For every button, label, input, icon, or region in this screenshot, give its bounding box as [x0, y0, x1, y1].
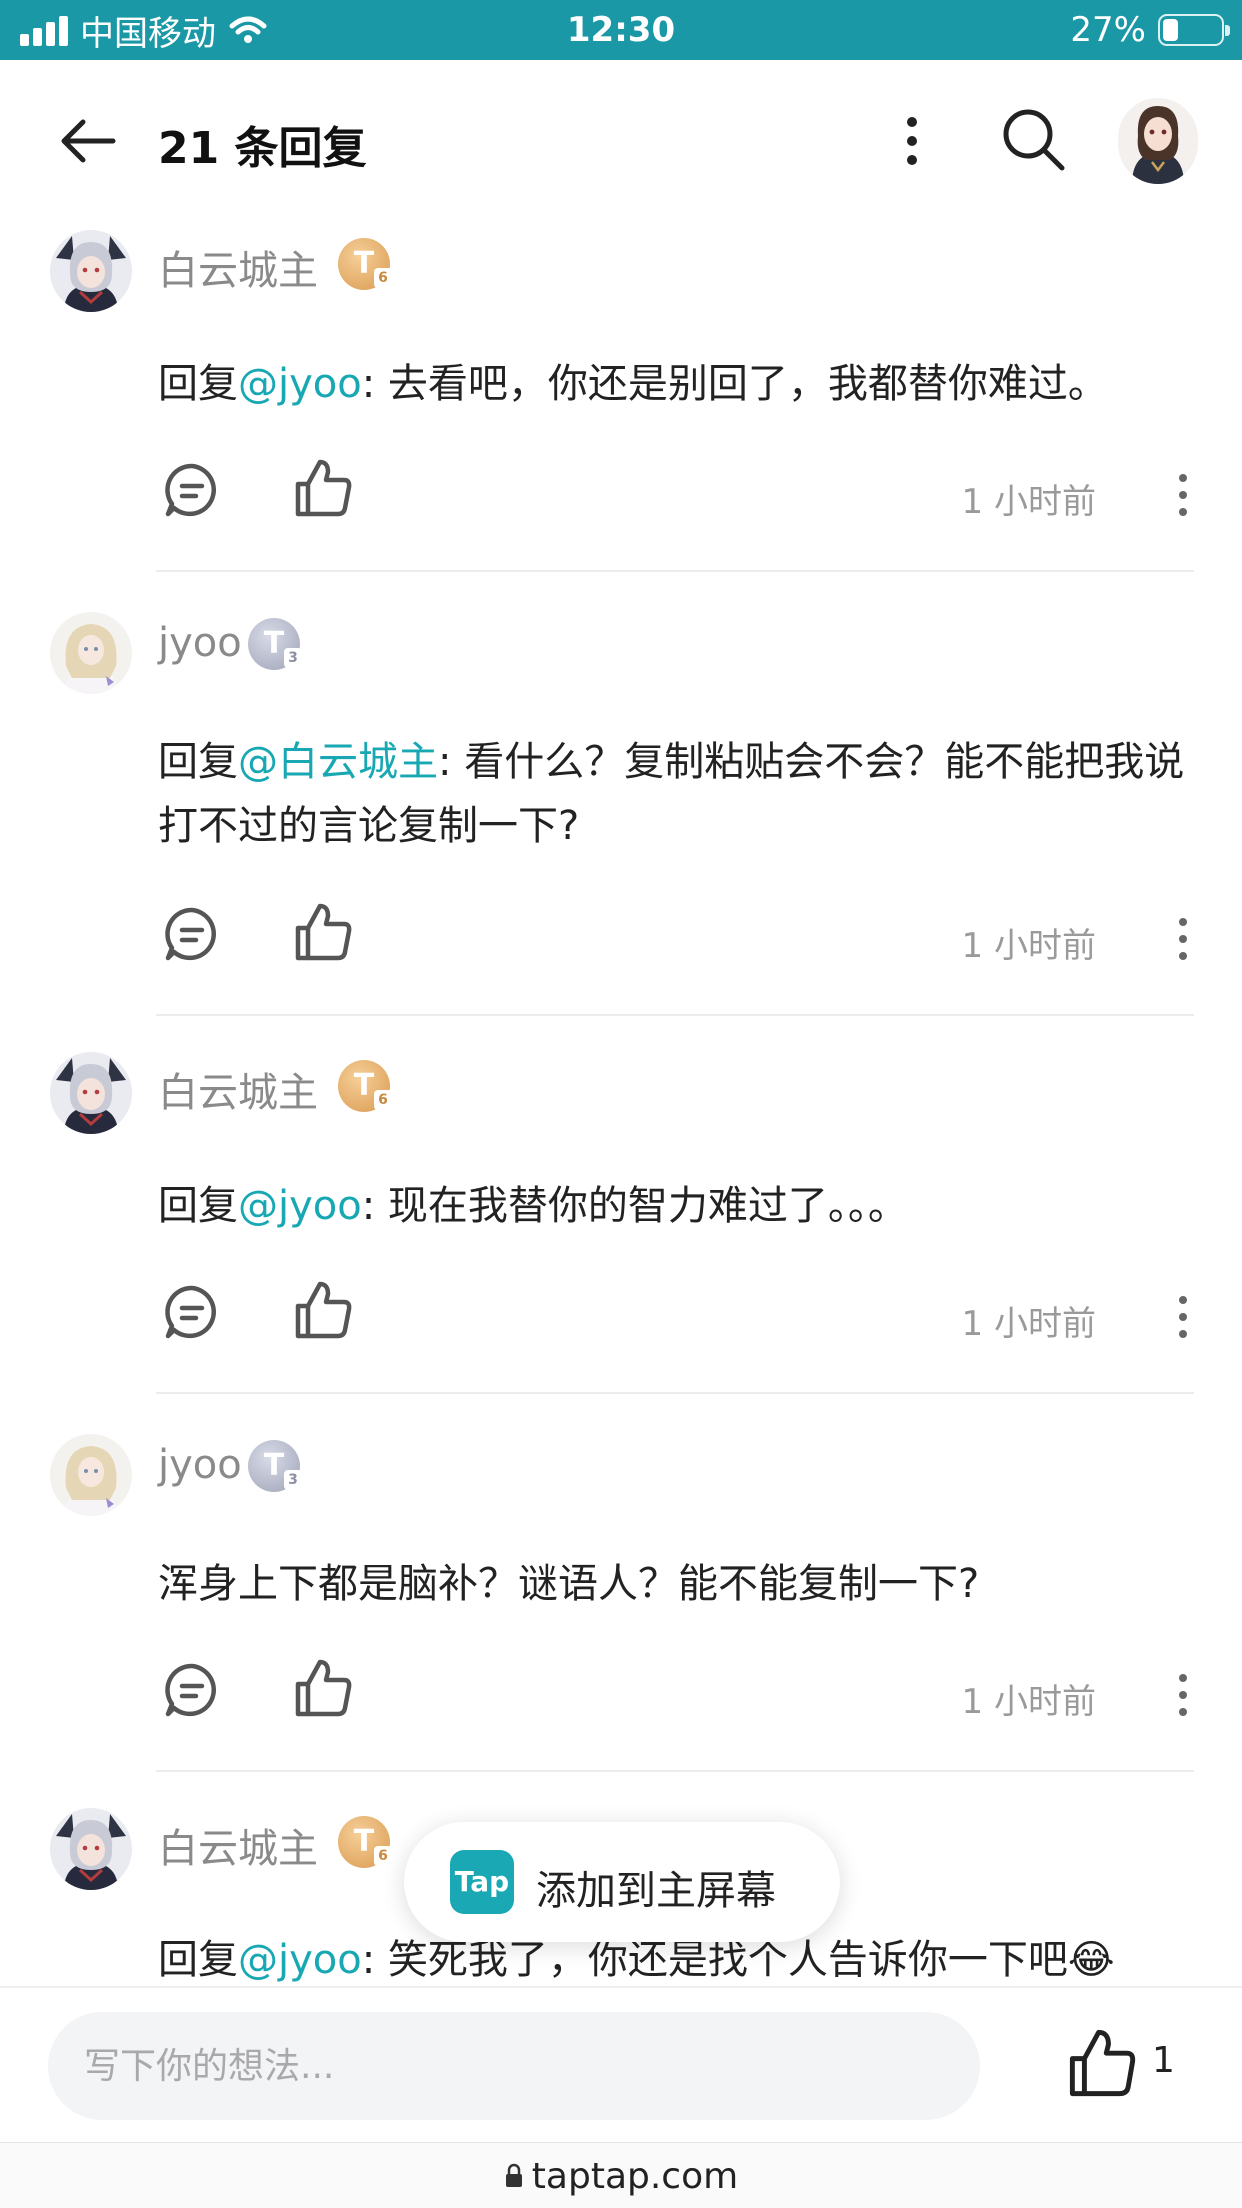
- like-count: 1: [1152, 2040, 1175, 2081]
- comment-text: 回复@jyoo: 去看吧，你还是别回了，我都替你难过。: [158, 361, 1108, 407]
- divider: [156, 570, 1194, 572]
- comment-text: 浑身上下都是脑补？谜语人？能不能复制一下?: [158, 1561, 980, 1607]
- like-icon[interactable]: [292, 1656, 356, 1720]
- status-right: 27%: [1070, 10, 1230, 50]
- like-icon[interactable]: [292, 900, 356, 964]
- comment-text: 回复@jyoo: 现在我替你的智力难过了。。。: [158, 1183, 908, 1229]
- back-arrow-icon[interactable]: [55, 108, 121, 174]
- comment-input-bar: 1: [0, 1986, 1242, 2142]
- mention-link[interactable]: @jyoo: [238, 1937, 362, 1983]
- avatar[interactable]: [50, 612, 132, 694]
- more-vertical-icon[interactable]: [1168, 1292, 1198, 1342]
- page-title: 21 条回复: [158, 123, 367, 174]
- divider: [156, 1770, 1194, 1772]
- user-avatar[interactable]: [1118, 98, 1198, 184]
- avatar[interactable]: [50, 230, 132, 312]
- username[interactable]: jyoo: [158, 1442, 242, 1488]
- battery-percent: 27%: [1070, 10, 1146, 50]
- timestamp: 1 小时前: [961, 926, 1096, 966]
- more-vertical-icon[interactable]: [1168, 470, 1198, 520]
- level-badge: T 6: [338, 238, 392, 290]
- avatar[interactable]: [50, 1808, 132, 1890]
- comment-text: 回复@白云城主: 看什么？复制粘贴会不会？能不能把我说打不过的言论复制一下?: [158, 739, 1185, 849]
- more-vertical-icon[interactable]: [1168, 1670, 1198, 1720]
- reply-icon[interactable]: [162, 904, 222, 964]
- status-bar: 中国移动 12:30 27%: [0, 0, 1242, 60]
- like-icon[interactable]: [1068, 2028, 1138, 2098]
- reply-icon[interactable]: [162, 1660, 222, 1720]
- add-to-homescreen-toast[interactable]: Tap 添加到主屏幕: [404, 1822, 840, 1942]
- username[interactable]: 白云城主: [158, 1816, 318, 1874]
- level-badge: T 3: [248, 1440, 302, 1492]
- browser-url-bar[interactable]: taptap.com: [0, 2142, 1242, 2208]
- like-icon[interactable]: [292, 456, 356, 520]
- username[interactable]: 白云城主: [158, 238, 318, 296]
- toast-label: 添加到主屏幕: [536, 1868, 776, 1914]
- username[interactable]: 白云城主: [158, 1060, 318, 1118]
- divider: [156, 1014, 1194, 1016]
- timestamp: 1 小时前: [961, 1304, 1096, 1344]
- timestamp: 1 小时前: [961, 482, 1096, 522]
- lock-icon: [505, 2163, 522, 2187]
- mention-link[interactable]: @jyoo: [238, 1183, 362, 1229]
- level-badge: T 6: [338, 1060, 392, 1112]
- reply-icon[interactable]: [162, 460, 222, 520]
- avatar[interactable]: [50, 1052, 132, 1134]
- mention-link[interactable]: @白云城主: [238, 739, 438, 785]
- level-badge: T 6: [338, 1816, 392, 1868]
- divider: [156, 1392, 1194, 1394]
- battery-icon: [1158, 14, 1230, 46]
- more-vertical-icon[interactable]: [1168, 914, 1198, 964]
- like-icon[interactable]: [292, 1278, 356, 1342]
- page-header: 21 条回复: [0, 60, 1242, 216]
- reply-icon[interactable]: [162, 1282, 222, 1342]
- more-vertical-icon[interactable]: [890, 108, 934, 174]
- level-badge: T 3: [248, 618, 302, 670]
- taptap-logo-icon: Tap: [450, 1850, 514, 1914]
- clock: 12:30: [566, 10, 676, 50]
- mention-link[interactable]: @jyoo: [238, 361, 362, 407]
- search-icon[interactable]: [998, 104, 1068, 174]
- comment-input[interactable]: [48, 2012, 980, 2120]
- avatar[interactable]: [50, 1434, 132, 1516]
- timestamp: 1 小时前: [961, 1682, 1096, 1722]
- url-text: taptap.com: [531, 2155, 739, 2197]
- username[interactable]: jyoo: [158, 620, 242, 666]
